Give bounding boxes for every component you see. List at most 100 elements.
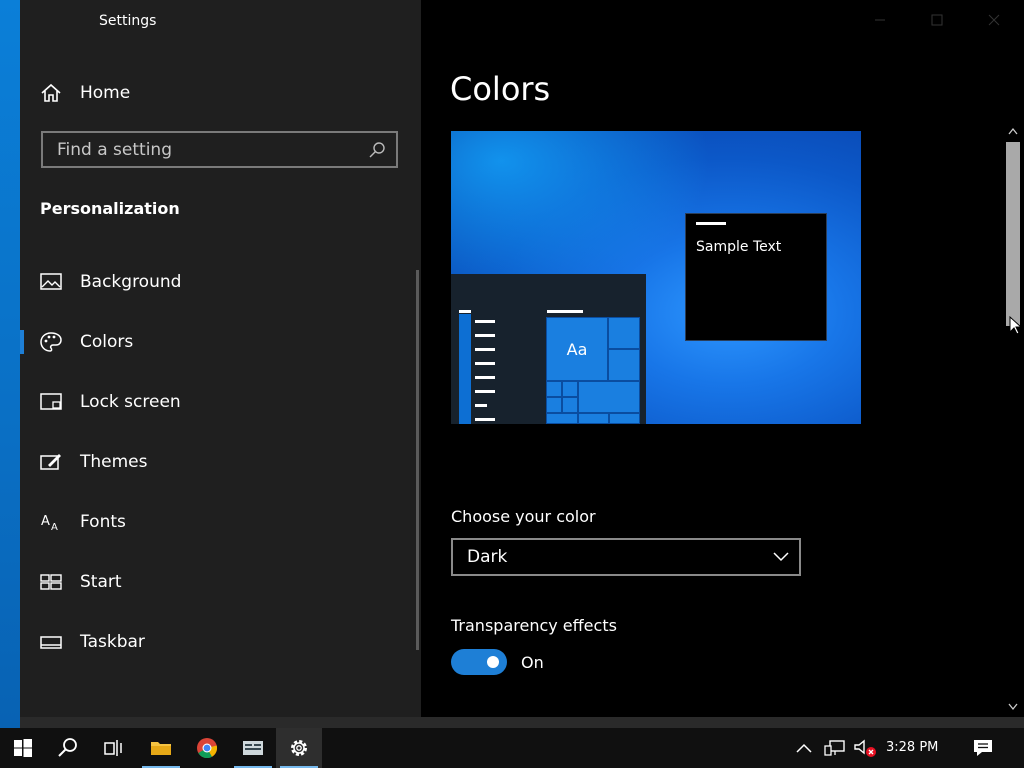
preview-line (475, 376, 495, 379)
preview-title-bar (696, 222, 726, 225)
sidebar-item-label: Colors (80, 332, 134, 352)
dropdown-value: Dark (467, 547, 508, 567)
settings-taskbar-button[interactable] (276, 728, 322, 768)
section-title: Personalization (40, 199, 180, 218)
start-icon (40, 574, 62, 590)
selection-indicator (20, 330, 24, 354)
window-title: Settings (99, 13, 157, 29)
preview-tile (562, 381, 578, 397)
file-explorer-button[interactable] (138, 728, 184, 768)
choose-color-label: Choose your color (451, 507, 596, 526)
palette-icon (40, 332, 62, 352)
preview-tile (608, 317, 640, 349)
preview-line (459, 310, 471, 313)
preview-start-menu: Aa (451, 274, 646, 424)
network-button[interactable] (822, 728, 848, 768)
toggle-knob (487, 656, 499, 668)
preview-tile (608, 349, 640, 381)
sidebar-home[interactable]: Home (40, 78, 400, 108)
preview-tile (578, 381, 640, 413)
sidebar-item-label: Background (80, 272, 182, 292)
sidebar-item-colors[interactable]: Colors (20, 312, 412, 372)
clock[interactable]: 3:28 PM (886, 740, 938, 755)
notification-icon (974, 740, 992, 756)
taskbar: 3:28 PM (0, 728, 1024, 768)
chrome-button[interactable] (184, 728, 230, 768)
task-view-icon (104, 740, 122, 756)
scroll-down-icon[interactable] (1008, 703, 1018, 711)
volume-button[interactable] (852, 728, 878, 768)
settings-window: Settings Home Personalization Background (20, 0, 1024, 717)
sidebar-item-background[interactable]: Background (20, 252, 412, 312)
scroll-up-icon[interactable] (1008, 127, 1018, 135)
windows-logo-icon (14, 739, 32, 757)
transparency-toggle[interactable] (451, 649, 507, 675)
content-pane: Colors Aa Sample Text Choose your color … (421, 0, 1024, 717)
preview-line (475, 348, 495, 351)
start-button[interactable] (0, 728, 46, 768)
preview-line (475, 404, 487, 407)
themes-icon (40, 454, 61, 470)
sidebar-item-label: Lock screen (80, 392, 181, 412)
picture-icon (40, 273, 62, 290)
sidebar-item-lock-screen[interactable]: Lock screen (20, 372, 412, 432)
preview-sample-window: Sample Text (685, 213, 827, 341)
preview-line (475, 418, 495, 421)
maximize-icon[interactable] (922, 8, 952, 32)
app-button[interactable] (230, 728, 276, 768)
preview-line (547, 310, 583, 313)
preview-tile (546, 397, 562, 413)
toggle-state-text: On (521, 653, 544, 672)
preview-tile (609, 413, 640, 424)
chevron-up-icon (796, 743, 812, 753)
search-icon (58, 738, 77, 757)
choose-color-dropdown[interactable]: Dark (451, 538, 801, 576)
sidebar-item-themes[interactable]: Themes (20, 432, 412, 492)
sidebar-item-label: Taskbar (80, 632, 145, 652)
preview-tile (562, 397, 578, 413)
search-input[interactable] (43, 138, 368, 161)
sidebar: Settings Home Personalization Background (20, 0, 421, 717)
sidebar-item-label: Themes (80, 452, 148, 472)
sidebar-home-label: Home (80, 83, 131, 103)
sidebar-nav: Background Colors Lock screen Themes A A… (20, 252, 412, 672)
sidebar-scrollbar[interactable] (416, 270, 419, 650)
sidebar-item-start[interactable]: Start (20, 552, 412, 612)
search-icon[interactable] (368, 141, 386, 159)
scroll-thumb[interactable] (1006, 142, 1020, 326)
content-scrollbar[interactable] (1003, 122, 1023, 717)
preview-tile-aa: Aa (546, 317, 608, 381)
svg-text:A: A (51, 522, 58, 533)
network-icon (824, 740, 845, 756)
preview-start-column (459, 314, 471, 424)
fonts-icon: A A (41, 514, 58, 533)
sidebar-item-taskbar[interactable]: Taskbar (20, 612, 412, 672)
preview-sample-text: Sample Text (696, 239, 782, 255)
mouse-cursor-icon (1009, 316, 1021, 335)
search-box[interactable] (41, 131, 398, 168)
minimize-icon[interactable] (865, 8, 895, 32)
preview-line (475, 362, 495, 365)
preview-line (475, 390, 495, 393)
preview-tile (578, 413, 609, 424)
sidebar-item-label: Fonts (80, 512, 126, 532)
transparency-label: Transparency effects (451, 616, 617, 635)
desktop-background (0, 0, 20, 728)
preview-tile (546, 381, 562, 397)
color-preview: Aa Sample Text (451, 131, 861, 424)
task-view-button[interactable] (90, 728, 136, 768)
close-icon[interactable] (979, 8, 1009, 32)
svg-text:A: A (41, 514, 50, 529)
file-explorer-icon (151, 742, 171, 755)
preview-line (475, 334, 495, 337)
taskbar-search-button[interactable] (45, 728, 91, 768)
home-icon (41, 83, 61, 102)
sidebar-item-fonts[interactable]: A A Fonts (20, 492, 412, 552)
preview-line (475, 320, 495, 323)
app-icon (243, 741, 263, 755)
taskbar-icon (40, 636, 62, 649)
chrome-icon (197, 738, 218, 759)
action-center-button[interactable] (966, 728, 1000, 768)
lock-screen-icon (40, 393, 62, 410)
show-hidden-icons-button[interactable] (792, 728, 816, 768)
